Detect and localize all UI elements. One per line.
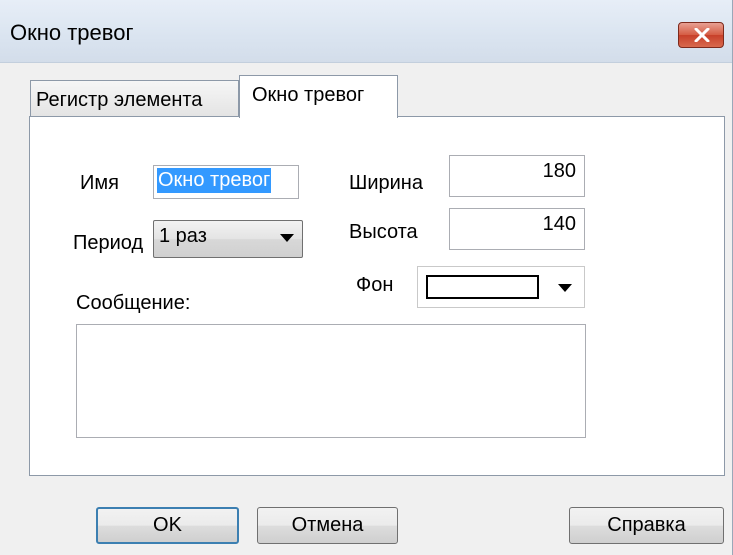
cancel-button[interactable]: Отмена [257,507,398,544]
width-input[interactable]: 180 [449,155,585,197]
tab-label: Окно тревог [252,84,365,106]
close-button[interactable] [678,22,724,48]
color-swatch [426,275,539,299]
height-input[interactable]: 140 [449,208,585,250]
window-title: Окно тревог [10,20,134,45]
period-select[interactable]: 1 раз [153,220,303,258]
tab-alarm-window[interactable]: Окно тревог [239,75,398,118]
background-color-select[interactable] [417,266,585,308]
close-icon [694,28,710,42]
name-input[interactable]: Окно тревог [153,165,299,199]
title-bar[interactable]: Окно тревог [0,0,732,63]
message-label: Сообщение: [76,292,191,314]
period-select-value: 1 раз [159,225,207,247]
help-button[interactable]: Справка [569,507,724,544]
name-input-value: Окно тревог [157,168,272,193]
message-textarea[interactable] [76,324,586,438]
height-label: Высота [349,221,418,243]
ok-button[interactable]: OK [96,507,239,544]
dialog-window: Окно тревог Регистр элемента Окно тревог… [0,0,733,555]
width-label: Ширина [349,172,423,194]
tab-element-register[interactable]: Регистр элемента [30,80,239,116]
chevron-down-icon [280,234,294,242]
tab-label: Регистр элемента [36,89,203,111]
name-label: Имя [80,172,119,194]
period-label: Период [73,232,144,254]
chevron-down-icon [558,284,572,292]
background-label: Фон [356,274,394,296]
